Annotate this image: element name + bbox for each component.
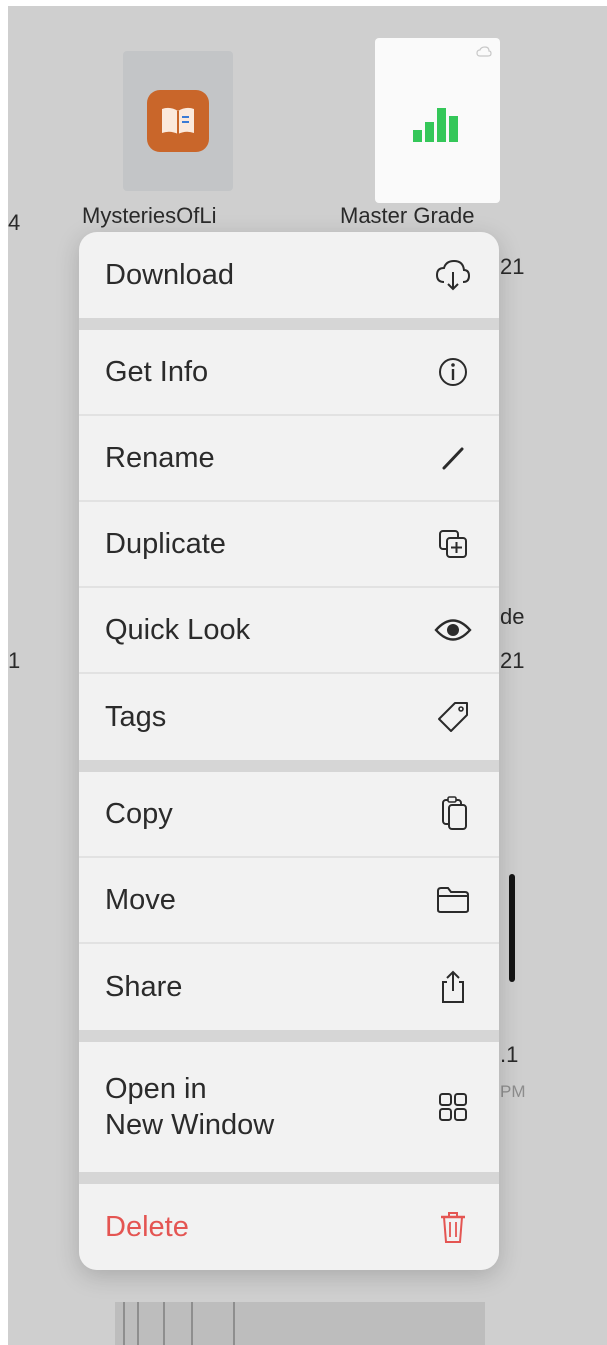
cloud-download-icon	[433, 255, 473, 295]
tag-icon	[433, 697, 473, 737]
menu-item-label: Download	[105, 258, 234, 291]
share-icon	[433, 967, 473, 1007]
folder-icon	[433, 880, 473, 920]
menu-item-download[interactable]: Download	[79, 232, 499, 318]
book-icon	[147, 90, 209, 152]
bg-fragment: PM	[500, 1082, 526, 1101]
duplicate-icon	[433, 524, 473, 564]
menu-item-rename[interactable]: Rename	[79, 416, 499, 502]
file-thumbnail-mysteries[interactable]	[123, 51, 233, 191]
context-menu: Download Get Info Rename Duplicate Quick…	[79, 232, 499, 1270]
bg-fragment: 1	[8, 648, 21, 673]
info-icon	[433, 352, 473, 392]
eye-icon	[433, 610, 473, 650]
bg-fragment: 21	[500, 254, 525, 279]
cloud-icon	[476, 46, 492, 57]
menu-item-tags[interactable]: Tags	[79, 674, 499, 760]
trash-icon	[433, 1207, 473, 1247]
menu-item-label: Get Info	[105, 355, 209, 388]
grid-window-icon	[433, 1087, 473, 1127]
pencil-icon	[433, 438, 473, 478]
bar-chart-icon	[412, 107, 458, 142]
menu-item-label: Copy	[105, 797, 173, 830]
menu-item-label: Share	[105, 970, 183, 1003]
menu-divider	[79, 1172, 499, 1184]
file-name-master-grade[interactable]: Master Grade	[340, 203, 475, 229]
file-thumbnail-partial[interactable]	[115, 1302, 485, 1345]
menu-item-label: Open in New Window	[105, 1072, 275, 1141]
menu-item-delete[interactable]: Delete	[79, 1184, 499, 1270]
bg-fragment: de	[500, 604, 525, 629]
file-name-mysteries[interactable]: MysteriesOfLi	[82, 203, 216, 229]
copy-icon	[433, 794, 473, 834]
scroll-indicator[interactable]	[509, 874, 515, 982]
menu-item-get-info[interactable]: Get Info	[79, 330, 499, 416]
menu-item-open-new-window[interactable]: Open in New Window	[79, 1042, 499, 1172]
menu-item-move[interactable]: Move	[79, 858, 499, 944]
bg-fragment: 21	[500, 648, 525, 673]
menu-item-label: Tags	[105, 700, 167, 733]
bg-fragment: 4	[8, 210, 21, 235]
menu-item-label: Quick Look	[105, 613, 251, 646]
menu-item-quick-look[interactable]: Quick Look	[79, 588, 499, 674]
menu-item-label: Rename	[105, 441, 215, 474]
menu-item-label: Move	[105, 883, 176, 916]
bg-fragment: .1	[500, 1042, 519, 1067]
menu-divider	[79, 1030, 499, 1042]
menu-item-duplicate[interactable]: Duplicate	[79, 502, 499, 588]
menu-item-label: Delete	[105, 1210, 189, 1243]
menu-divider	[79, 760, 499, 772]
menu-item-share[interactable]: Share	[79, 944, 499, 1030]
file-thumbnail-master-grade[interactable]	[375, 38, 500, 203]
menu-item-copy[interactable]: Copy	[79, 772, 499, 858]
menu-item-label: Duplicate	[105, 527, 226, 560]
menu-divider	[79, 318, 499, 330]
